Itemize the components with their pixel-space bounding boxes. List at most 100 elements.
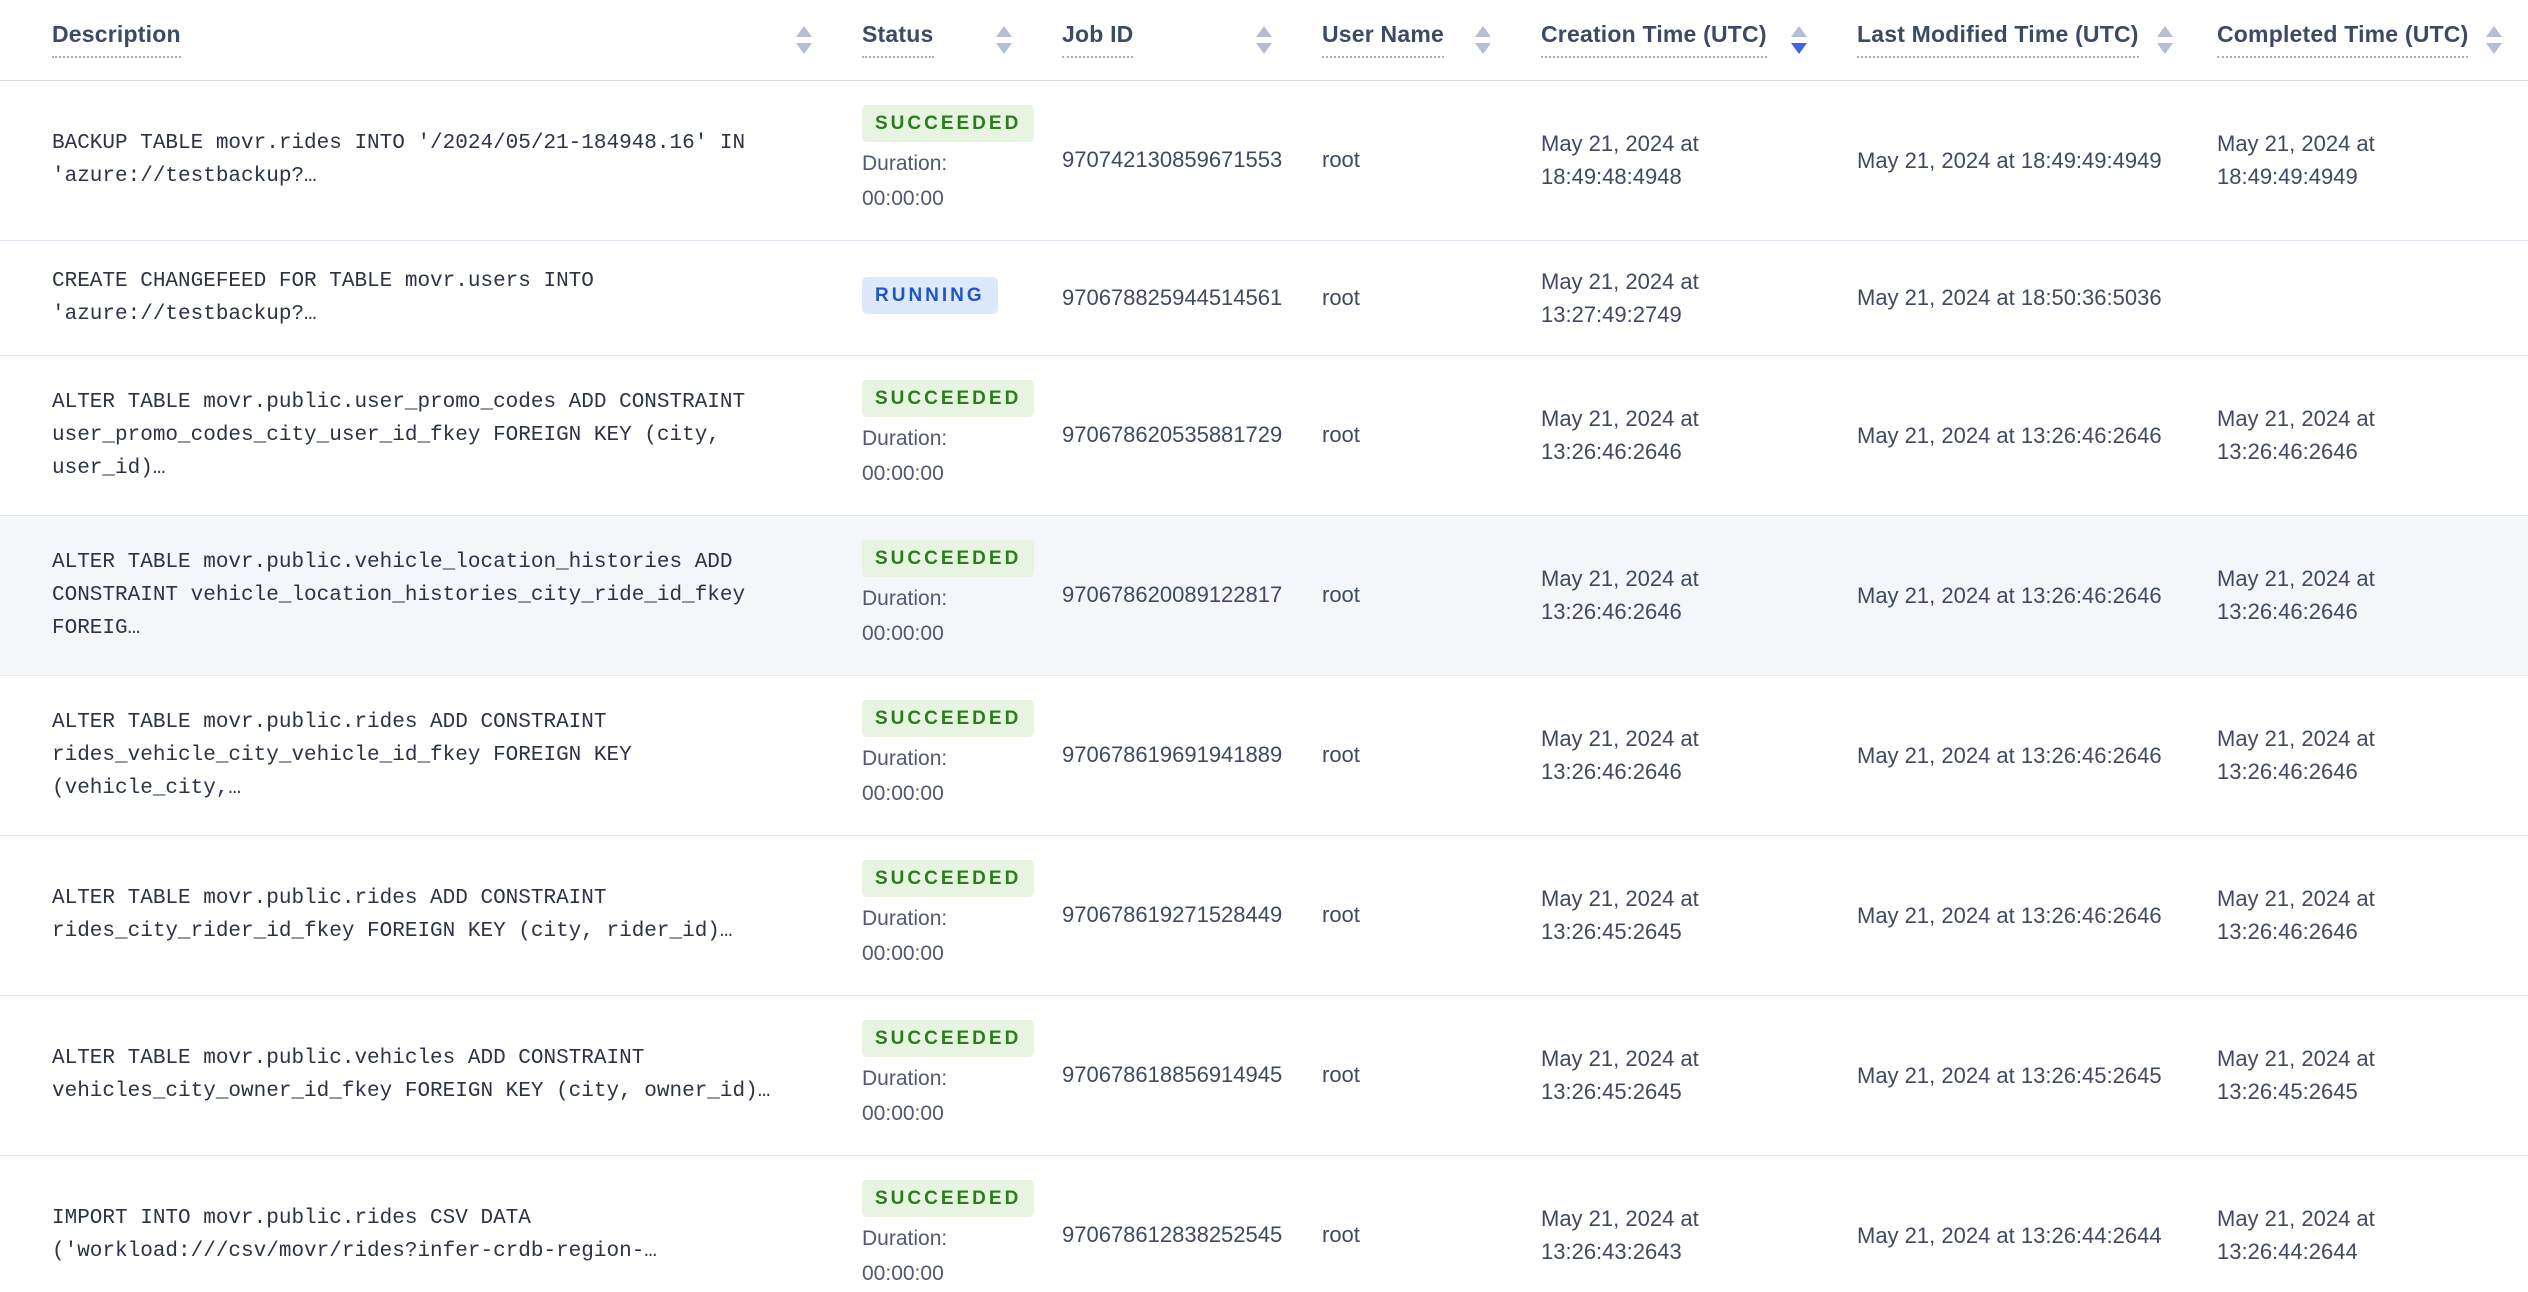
user-name: root	[1322, 902, 1360, 927]
user-name: root	[1322, 742, 1360, 767]
job-description[interactable]: ALTER TABLE movr.public.vehicle_location…	[0, 515, 862, 675]
job-status-cell: SUCCEEDED Duration: 00:00:00	[862, 515, 1062, 675]
jobs-table-header: Description Status Job ID User Name Crea…	[0, 0, 2528, 81]
job-id: 970678612838252545	[1062, 1222, 1283, 1247]
status-badge: SUCCEEDED	[862, 104, 1035, 142]
duration-label: Duration:	[862, 586, 948, 610]
job-description[interactable]: IMPORT INTO movr.public.rides CSV DATA (…	[0, 1155, 862, 1292]
last-modified-time: May 21, 2024 at 18:50:36:5036	[1857, 285, 2162, 310]
duration-value: 00:00:00	[862, 781, 944, 805]
completed-time: May 21, 2024 at 13:26:46:2646	[2217, 886, 2375, 944]
status-badge: SUCCEEDED	[862, 1019, 1035, 1057]
job-status-cell: SUCCEEDED Duration: 00:00:00	[862, 1155, 1062, 1292]
caret-down-icon	[996, 42, 1012, 54]
duration-label: Duration:	[862, 151, 948, 175]
job-description[interactable]: ALTER TABLE movr.public.vehicles ADD CON…	[0, 995, 862, 1155]
job-status-cell: SUCCEEDED Duration: 00:00:00	[862, 835, 1062, 995]
sort-icon-active[interactable]	[1791, 25, 1807, 54]
job-description[interactable]: CREATE CHANGEFEED FOR TABLE movr.users I…	[0, 240, 862, 355]
completed-time: May 21, 2024 at 18:49:49:4949	[2217, 131, 2375, 189]
caret-up-icon	[996, 25, 1012, 37]
job-description[interactable]: ALTER TABLE movr.public.rides ADD CONSTR…	[0, 675, 862, 835]
creation-time: May 21, 2024 at 13:26:46:2646	[1541, 566, 1699, 624]
duration-value: 00:00:00	[862, 1261, 944, 1285]
sort-icon[interactable]	[1256, 25, 1272, 54]
column-label-status[interactable]: Status	[862, 21, 934, 59]
sort-icon[interactable]	[2486, 25, 2503, 54]
caret-up-icon	[796, 25, 812, 37]
table-row[interactable]: BACKUP TABLE movr.rides INTO '/2024/05/2…	[0, 80, 2528, 240]
job-status-cell: SUCCEEDED Duration: 00:00:00	[862, 80, 1062, 240]
sort-icon[interactable]	[996, 25, 1012, 54]
job-description[interactable]: BACKUP TABLE movr.rides INTO '/2024/05/2…	[0, 80, 862, 240]
creation-time: May 21, 2024 at 13:27:49:2749	[1541, 268, 1699, 327]
duration-value: 00:00:00	[862, 186, 944, 210]
last-modified-time: May 21, 2024 at 13:26:45:2645	[1857, 1062, 2162, 1088]
column-label-completed-time[interactable]: Completed Time (UTC)	[2217, 21, 2469, 59]
creation-time: May 21, 2024 at 18:49:48:4948	[1541, 131, 1699, 189]
table-row[interactable]: ALTER TABLE movr.public.rides ADD CONSTR…	[0, 835, 2528, 995]
status-badge: RUNNING	[862, 277, 998, 314]
caret-down-icon	[2156, 42, 2173, 54]
job-description[interactable]: ALTER TABLE movr.public.rides ADD CONSTR…	[0, 835, 862, 995]
job-status-cell: RUNNING	[862, 240, 1062, 355]
status-badge: SUCCEEDED	[862, 539, 1035, 577]
status-badge: SUCCEEDED	[862, 699, 1035, 737]
completed-time: May 21, 2024 at 13:26:44:2644	[2217, 1206, 2375, 1264]
caret-up-icon	[2156, 25, 2173, 37]
duration-label: Duration:	[862, 426, 948, 450]
column-header-completed-time[interactable]: Completed Time (UTC)	[2217, 0, 2528, 81]
caret-up-icon	[2486, 25, 2503, 37]
creation-time: May 21, 2024 at 13:26:45:2645	[1541, 886, 1699, 944]
creation-time: May 21, 2024 at 13:26:45:2645	[1541, 1046, 1699, 1104]
column-label-creation-time[interactable]: Creation Time (UTC)	[1541, 21, 1767, 59]
column-header-creation-time[interactable]: Creation Time (UTC)	[1541, 0, 1857, 81]
column-header-status[interactable]: Status	[862, 0, 1062, 81]
table-row[interactable]: CREATE CHANGEFEED FOR TABLE movr.users I…	[0, 240, 2528, 355]
completed-time: May 21, 2024 at 13:26:46:2646	[2217, 406, 2375, 464]
column-header-last-modified-time[interactable]: Last Modified Time (UTC)	[1857, 0, 2217, 81]
job-id: 970678620089122817	[1062, 582, 1283, 607]
job-id: 970742130859671553	[1062, 147, 1283, 172]
column-label-description[interactable]: Description	[52, 21, 181, 59]
table-row[interactable]: ALTER TABLE movr.public.rides ADD CONSTR…	[0, 675, 2528, 835]
table-row[interactable]: ALTER TABLE movr.public.vehicle_location…	[0, 515, 2528, 675]
duration-value: 00:00:00	[862, 1101, 944, 1125]
table-row[interactable]: ALTER TABLE movr.public.user_promo_codes…	[0, 355, 2528, 515]
last-modified-time: May 21, 2024 at 13:26:44:2644	[1857, 1222, 2162, 1248]
last-modified-time: May 21, 2024 at 13:26:46:2646	[1857, 582, 2162, 608]
caret-up-icon	[1256, 25, 1272, 37]
job-id: 970678620535881729	[1062, 422, 1283, 447]
caret-down-icon	[1475, 42, 1491, 54]
column-header-description[interactable]: Description	[0, 0, 862, 81]
table-row[interactable]: ALTER TABLE movr.public.vehicles ADD CON…	[0, 995, 2528, 1155]
sort-icon[interactable]	[1475, 25, 1491, 54]
column-header-user-name[interactable]: User Name	[1322, 0, 1541, 81]
caret-down-icon	[2486, 42, 2503, 54]
last-modified-time: May 21, 2024 at 13:26:46:2646	[1857, 422, 2162, 448]
duration-value: 00:00:00	[862, 461, 944, 485]
job-id: 970678619271528449	[1062, 902, 1283, 927]
duration-value: 00:00:00	[862, 621, 944, 645]
caret-down-icon	[1256, 42, 1272, 54]
sort-icon[interactable]	[796, 25, 812, 54]
user-name: root	[1322, 422, 1360, 447]
duration-value: 00:00:00	[862, 941, 944, 965]
creation-time: May 21, 2024 at 13:26:46:2646	[1541, 726, 1699, 784]
caret-down-icon	[1791, 42, 1807, 54]
duration-label: Duration:	[862, 746, 948, 770]
user-name: root	[1322, 147, 1360, 172]
job-description[interactable]: ALTER TABLE movr.public.user_promo_codes…	[0, 355, 862, 515]
user-name: root	[1322, 1222, 1360, 1247]
caret-down-icon	[796, 42, 812, 54]
column-header-job-id[interactable]: Job ID	[1062, 0, 1322, 81]
column-label-last-modified-time[interactable]: Last Modified Time (UTC)	[1857, 21, 2139, 59]
user-name: root	[1322, 582, 1360, 607]
creation-time: May 21, 2024 at 13:26:43:2643	[1541, 1206, 1699, 1264]
column-label-job-id[interactable]: Job ID	[1062, 21, 1134, 59]
sort-icon[interactable]	[2156, 25, 2173, 54]
column-label-user-name[interactable]: User Name	[1322, 21, 1444, 59]
jobs-table: Description Status Job ID User Name Crea…	[0, 0, 2528, 1292]
job-id: 970678619691941889	[1062, 742, 1283, 767]
table-row[interactable]: IMPORT INTO movr.public.rides CSV DATA (…	[0, 1155, 2528, 1292]
